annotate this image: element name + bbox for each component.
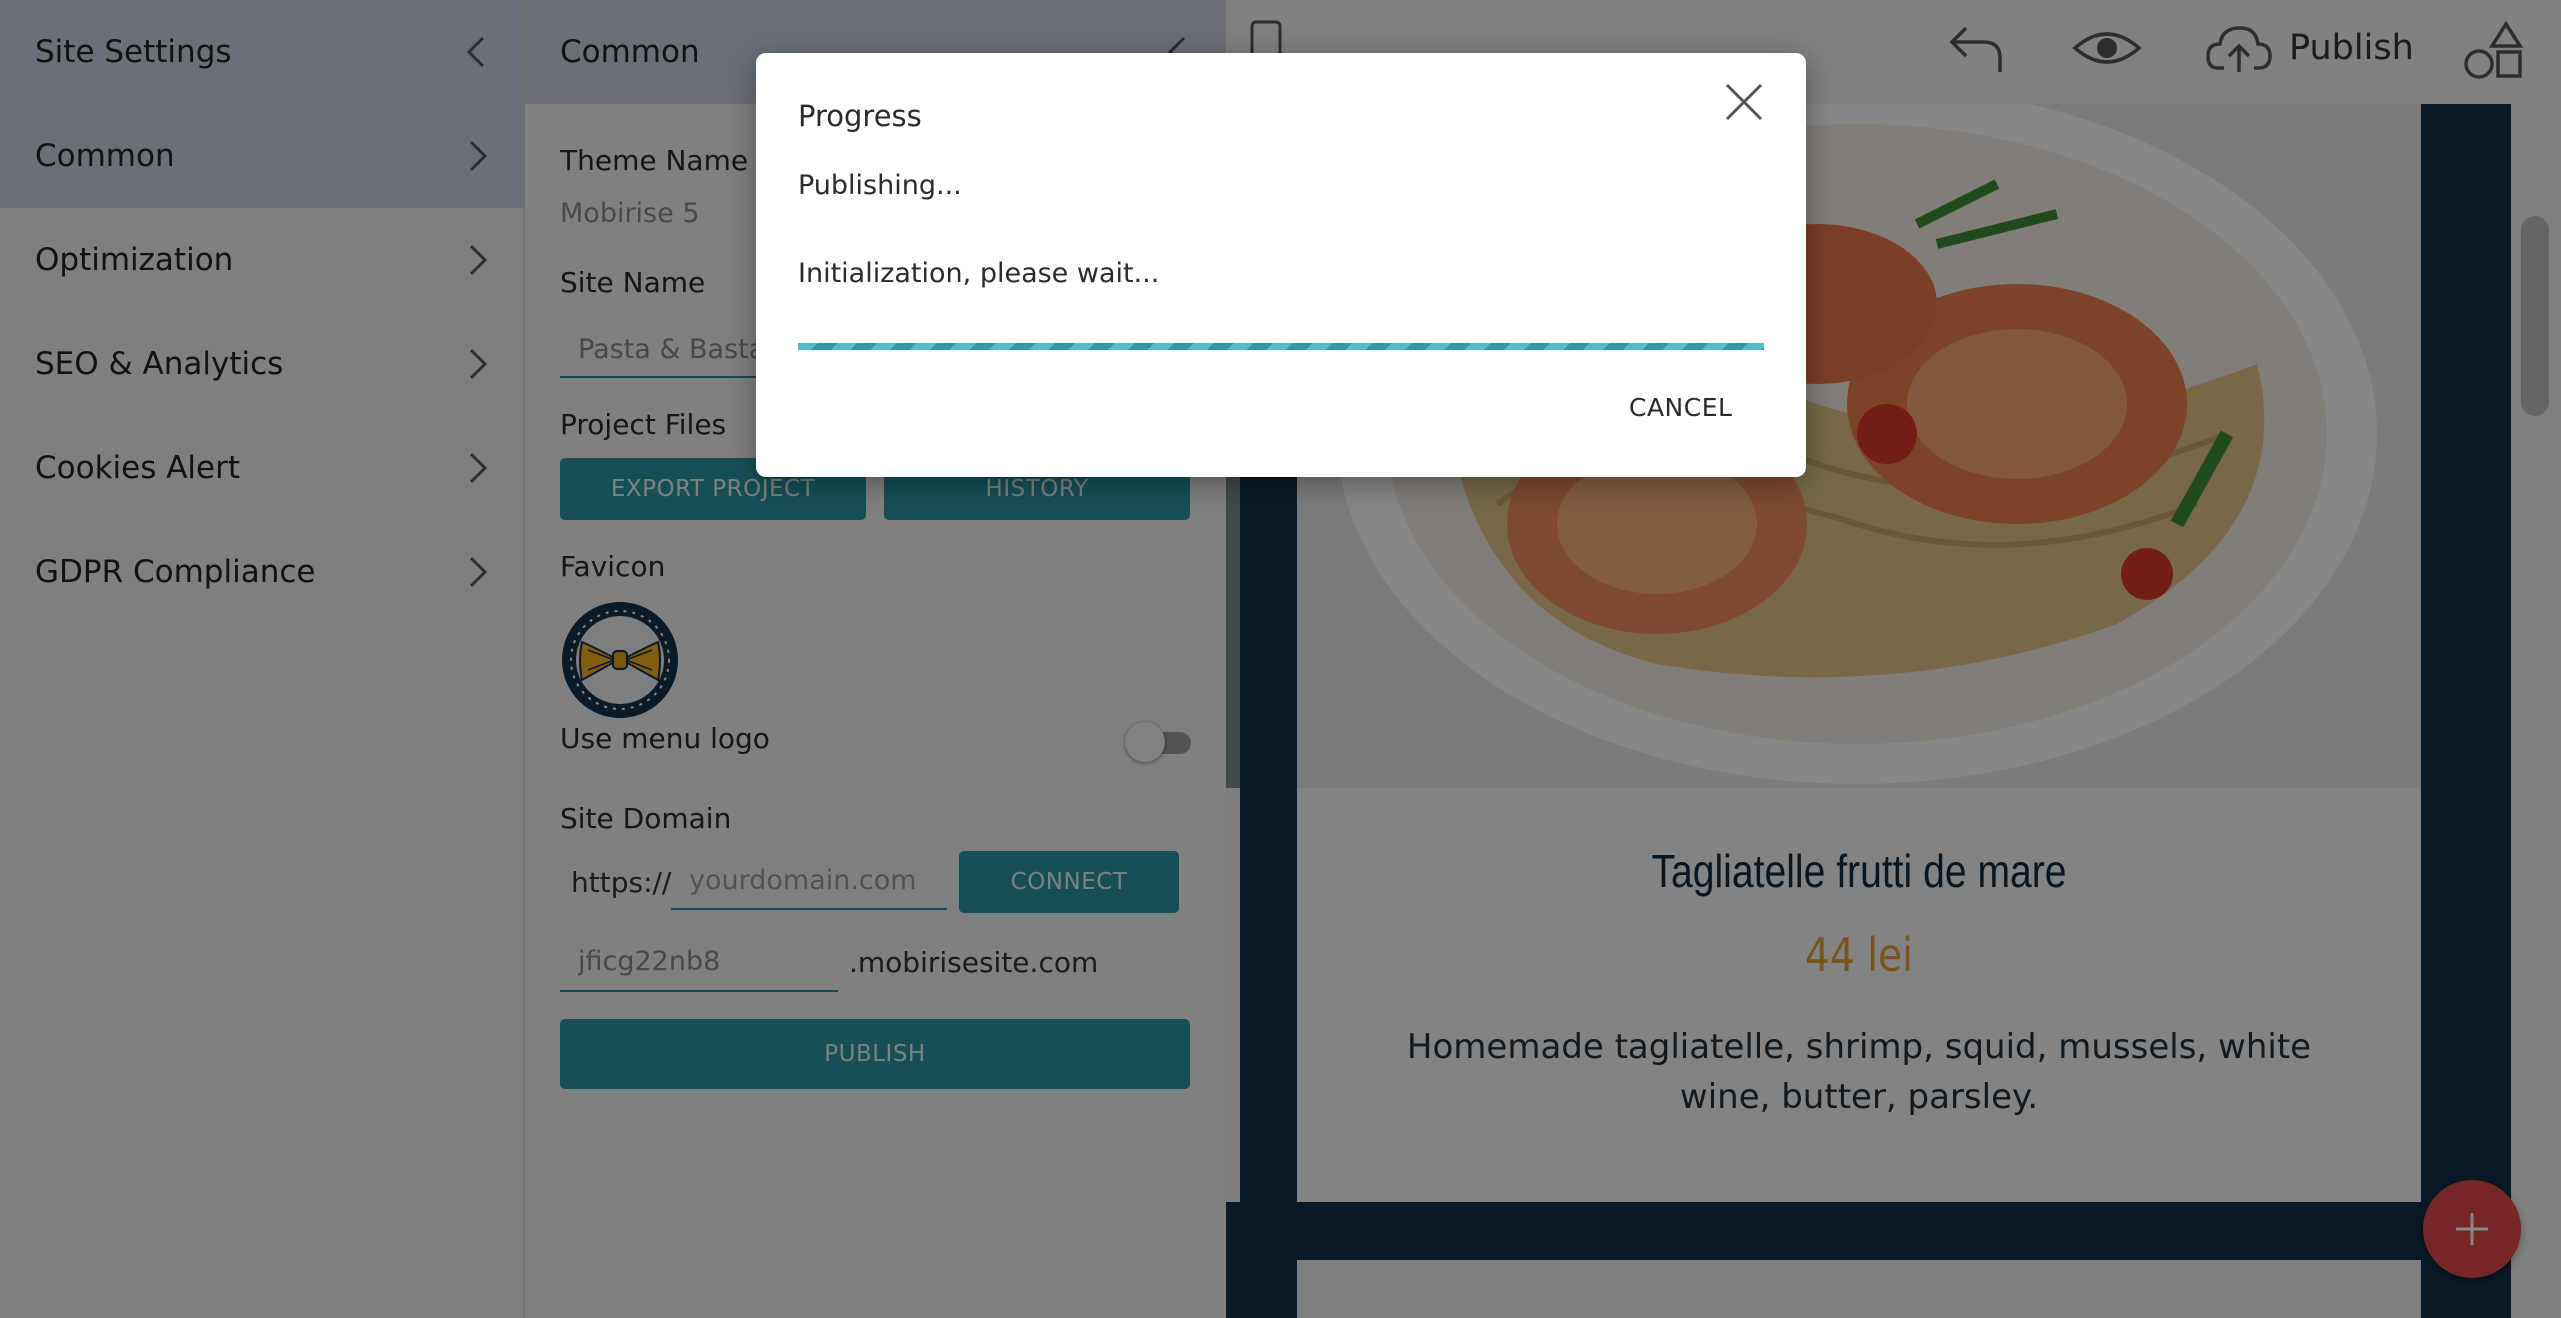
progress-dialog: Progress Publishing... Initialization, p… — [756, 53, 1806, 477]
close-icon[interactable] — [1721, 79, 1767, 125]
progress-bar — [798, 343, 1764, 350]
cancel-button[interactable]: CANCEL — [1629, 393, 1732, 422]
dialog-title: Progress — [798, 99, 922, 133]
dialog-status: Publishing... — [798, 170, 962, 201]
dialog-message: Initialization, please wait... — [798, 258, 1160, 289]
